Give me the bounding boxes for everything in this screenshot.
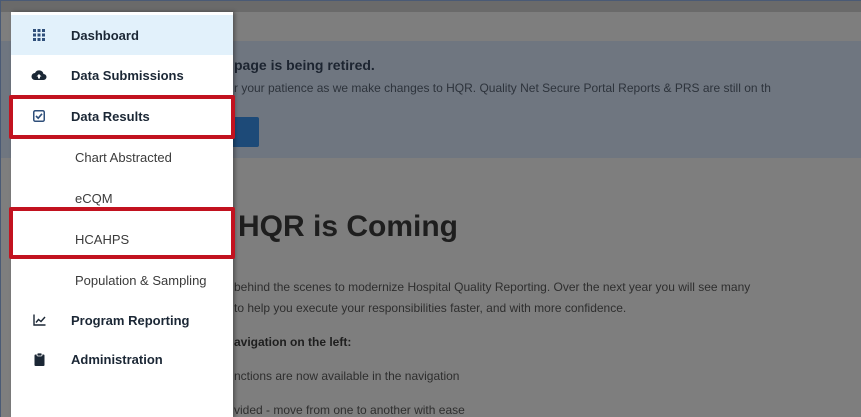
banner-title: page is being retired. (234, 57, 375, 73)
bullet-2: vided - move from one to another with ea… (234, 403, 465, 417)
line-chart-icon (29, 310, 49, 330)
clipboard-icon (29, 349, 49, 369)
sidebar-item-label: Chart Abstracted (75, 149, 172, 165)
sidebar-item-label: Program Reporting (71, 312, 190, 328)
sidebar-item-label: Data Submissions (71, 67, 184, 83)
checkbox-icon (29, 106, 49, 126)
page-headline: HQR is Coming (238, 210, 459, 243)
sidebar-item-data-results[interactable]: Data Results (11, 96, 233, 136)
sidebar-item-label: Data Results (71, 108, 150, 124)
top-bar (1, 1, 861, 12)
sidebar-item-label: Administration (71, 351, 163, 367)
sidebar-item-program-reporting[interactable]: Program Reporting (11, 300, 233, 340)
bullet-1: nctions are now available in the navigat… (234, 369, 460, 383)
sidebar-nav: Dashboard Data Submissions Data Results … (11, 12, 233, 417)
grid-icon (29, 25, 49, 45)
sidebar-item-data-submissions[interactable]: Data Submissions (11, 55, 233, 95)
sidebar-subitem-chart-abstracted[interactable]: Chart Abstracted (11, 137, 233, 177)
intro-line-1: behind the scenes to modernize Hospital … (234, 280, 751, 294)
sidebar-item-label: Dashboard (71, 27, 139, 43)
sidebar-item-dashboard[interactable]: Dashboard (11, 15, 233, 55)
cloud-upload-icon (29, 65, 49, 85)
navigation-heading: avigation on the left: (234, 335, 352, 349)
sidebar-item-label: HCAHPS (75, 231, 130, 247)
sidebar-subitem-hcahps[interactable]: HCAHPS (11, 219, 233, 259)
banner-text: r your patience as we make changes to HQ… (234, 81, 771, 95)
sidebar-subitem-ecqm[interactable]: eCQM (11, 178, 233, 218)
sidebar-item-administration[interactable]: Administration (11, 339, 233, 379)
intro-line-2: to help you execute your responsibilitie… (234, 301, 627, 315)
sidebar-item-label: Population & Sampling (75, 272, 207, 288)
sidebar-item-label: eCQM (75, 190, 113, 206)
sidebar-subitem-population-sampling[interactable]: Population & Sampling (11, 260, 233, 300)
